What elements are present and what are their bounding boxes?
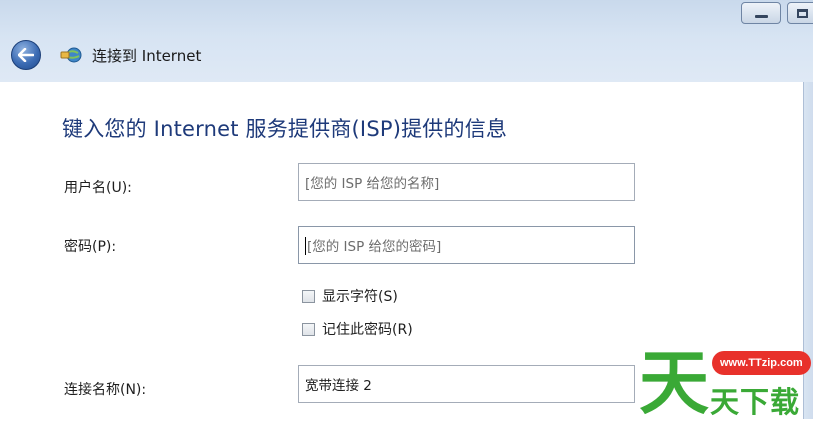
maximize-icon bbox=[797, 9, 808, 18]
show-characters-checkbox[interactable] bbox=[302, 289, 315, 303]
password-input[interactable]: [您的 ISP 给您的密码] bbox=[298, 226, 635, 264]
minimize-button[interactable] bbox=[741, 2, 781, 24]
minimize-icon bbox=[755, 15, 768, 18]
back-button[interactable] bbox=[11, 40, 41, 70]
connection-name-value: 宽带连接 2 bbox=[305, 378, 372, 394]
password-label: 密码(P): bbox=[64, 239, 117, 255]
maximize-button[interactable] bbox=[787, 2, 813, 24]
back-arrow-icon bbox=[18, 48, 34, 62]
title-bar bbox=[0, 0, 813, 82]
password-placeholder: [您的 ISP 给您的密码] bbox=[307, 239, 442, 255]
username-input[interactable]: [您的 ISP 给您的名称] bbox=[298, 163, 635, 201]
svg-text:天: 天 bbox=[639, 345, 709, 417]
watermark-url: www.TTzip.com bbox=[712, 351, 811, 375]
connection-name-label: 连接名称(N): bbox=[64, 382, 147, 398]
username-label: 用户名(U): bbox=[64, 180, 132, 196]
network-connection-icon bbox=[60, 47, 82, 63]
username-placeholder: [您的 ISP 给您的名称] bbox=[305, 176, 440, 192]
wizard-title: 连接到 Internet bbox=[92, 47, 202, 65]
remember-password-option[interactable]: 记住此密码(R) bbox=[302, 319, 413, 339]
show-characters-option[interactable]: 显示字符(S) bbox=[302, 286, 398, 306]
connection-name-input[interactable]: 宽带连接 2 bbox=[298, 365, 635, 403]
watermark-logo: 天 www.TTzip.com 天下载 bbox=[638, 343, 813, 419]
text-caret bbox=[305, 237, 306, 255]
watermark-text: 天下载 bbox=[710, 385, 801, 419]
remember-password-label: 记住此密码(R) bbox=[322, 322, 413, 338]
sky-logo-icon: 天 bbox=[639, 345, 709, 417]
show-characters-label: 显示字符(S) bbox=[322, 289, 398, 305]
page-heading: 键入您的 Internet 服务提供商(ISP)提供的信息 bbox=[62, 117, 508, 141]
remember-password-checkbox[interactable] bbox=[302, 322, 315, 336]
